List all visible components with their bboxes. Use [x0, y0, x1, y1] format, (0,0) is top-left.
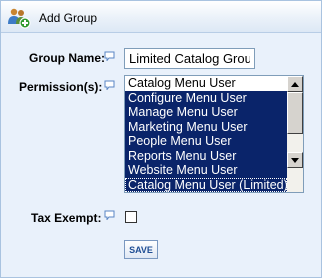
permissions-help-icon[interactable] — [104, 80, 115, 90]
scroll-up-button[interactable] — [287, 76, 303, 92]
arrow-up-icon — [291, 81, 299, 87]
permissions-listbox[interactable]: Catalog Menu User Configure Menu User Mana… — [124, 75, 304, 193]
scroll-thumb[interactable] — [287, 92, 303, 134]
permission-option[interactable]: Configure Menu User — [125, 90, 287, 105]
permission-option[interactable]: Manage Menu User — [125, 105, 287, 120]
permissions-list: Catalog Menu User Configure Menu User Mana… — [125, 76, 287, 192]
panel-header: Add Group — [1, 1, 321, 33]
scroll-track[interactable] — [287, 168, 303, 192]
save-button[interactable]: SAVE — [124, 240, 158, 259]
add-group-icon — [8, 8, 31, 29]
tax-exempt-help-icon[interactable] — [104, 210, 115, 220]
permission-option[interactable]: People Menu User — [125, 134, 287, 149]
arrow-down-icon — [291, 157, 299, 163]
permissions-label: Permission(s): — [19, 80, 103, 94]
permission-option[interactable]: Website Menu User — [125, 163, 287, 178]
group-name-label: Group Name: — [29, 51, 106, 65]
panel-title: Add Group — [39, 11, 98, 25]
permission-option[interactable]: Reports Menu User — [125, 148, 287, 163]
tax-exempt-checkbox[interactable] — [125, 211, 137, 223]
tax-exempt-label: Tax Exempt: — [31, 211, 102, 225]
add-group-panel: Add Group Group Name: Permission(s): Cat… — [0, 0, 322, 278]
permission-option[interactable]: Marketing Menu User — [125, 119, 287, 134]
permission-option[interactable]: Catalog Menu User — [125, 76, 287, 91]
permissions-scrollbar[interactable] — [287, 76, 303, 192]
permission-option[interactable]: Catalog Menu User (Limited) — [125, 177, 287, 192]
group-name-help-icon[interactable] — [104, 51, 115, 61]
scroll-down-button[interactable] — [287, 152, 303, 168]
group-name-input[interactable] — [124, 48, 255, 69]
